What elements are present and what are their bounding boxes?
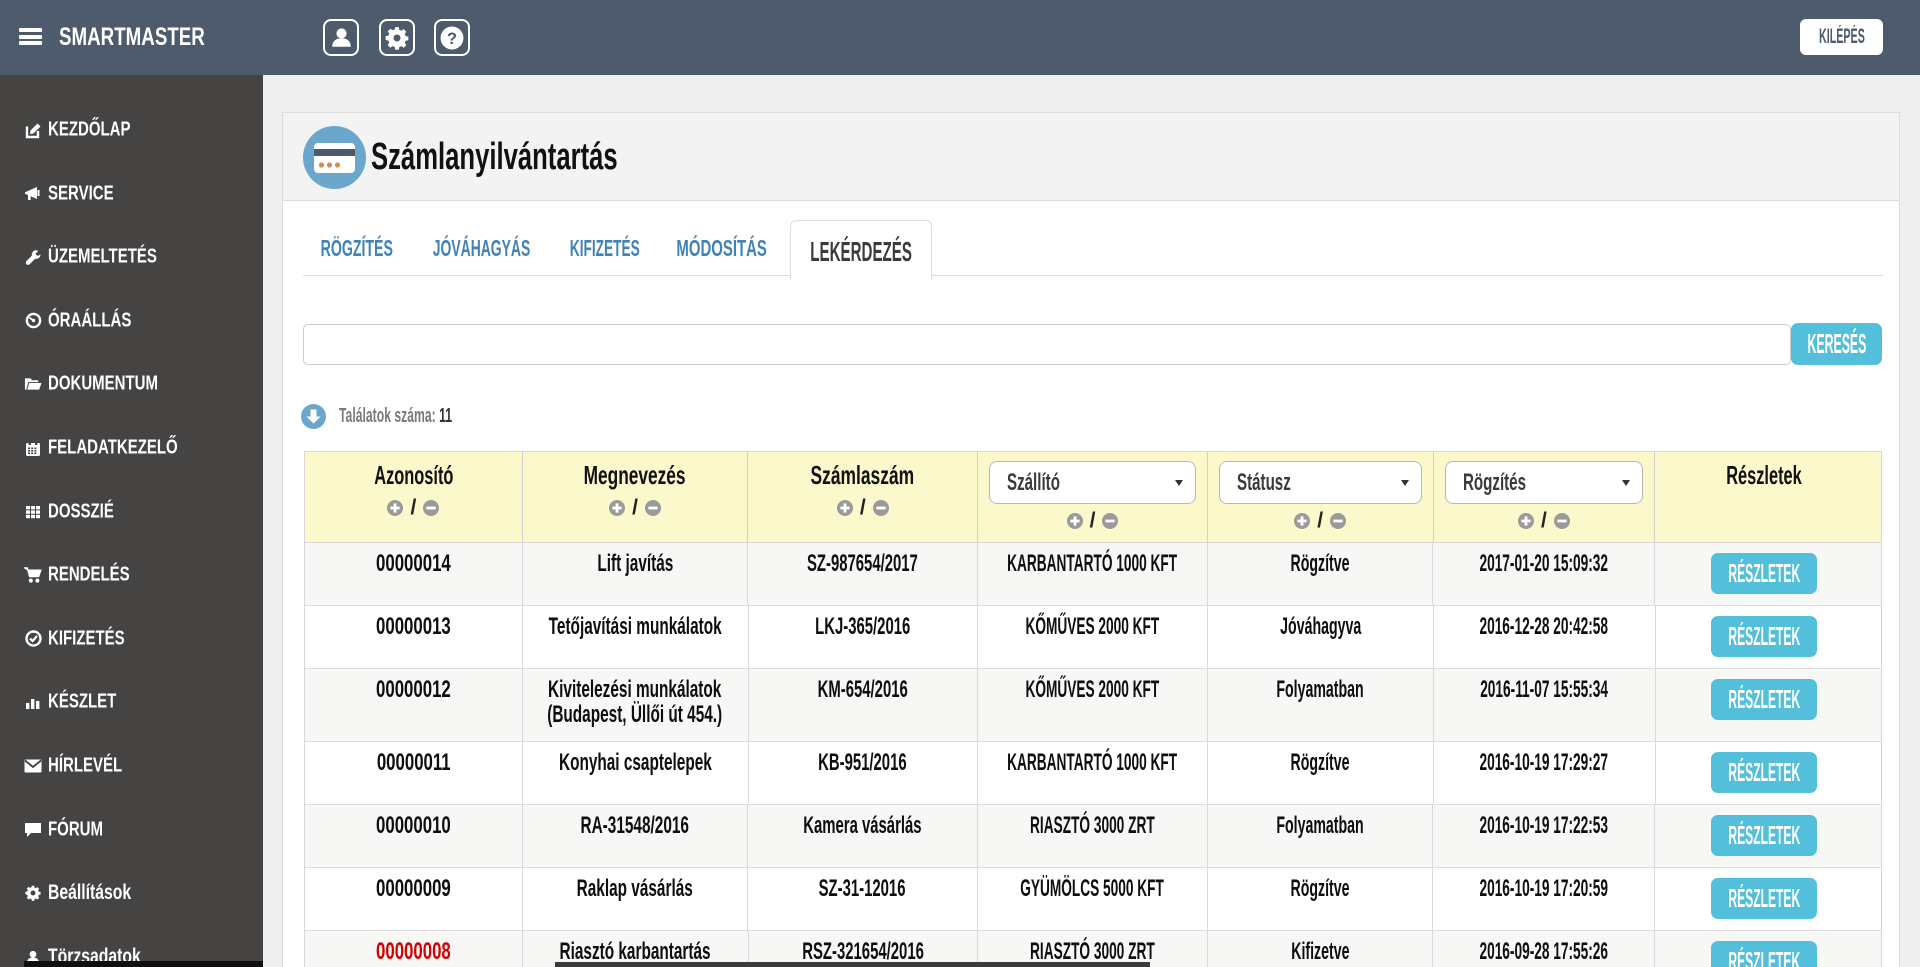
- svg-text:?: ?: [447, 30, 457, 48]
